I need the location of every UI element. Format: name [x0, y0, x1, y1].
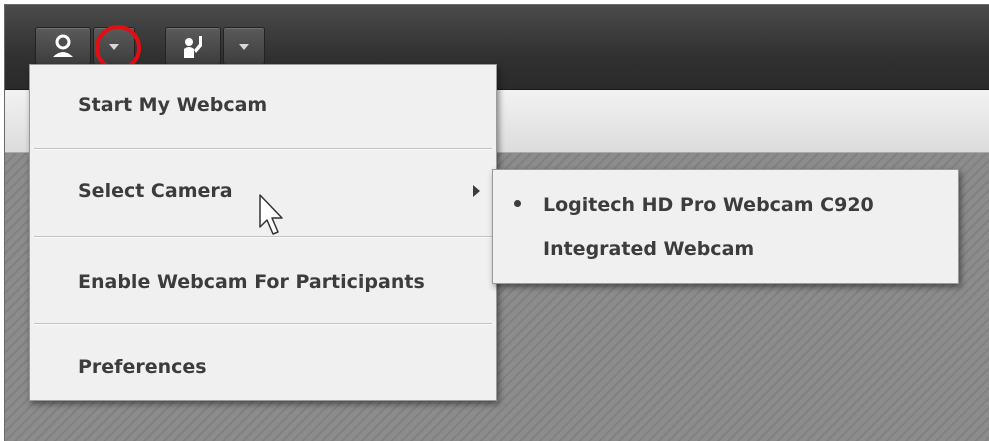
- menu-item-enable-webcam-for-participants[interactable]: Enable Webcam For Participants: [30, 242, 496, 322]
- menu-item-start-my-webcam[interactable]: Start My Webcam: [30, 65, 496, 145]
- mouse-pointer-icon: [259, 194, 283, 235]
- raise-hand-button[interactable]: [165, 27, 221, 65]
- camera-option-integrated[interactable]: Integrated Webcam: [493, 227, 958, 271]
- menu-item-label: Enable Webcam For Participants: [78, 271, 425, 293]
- selected-bullet-icon: [514, 200, 521, 207]
- chevron-down-icon: [109, 44, 119, 50]
- menu-divider: [34, 148, 492, 150]
- webcam-dropdown-button[interactable]: [93, 27, 135, 65]
- menu-item-label: Select Camera: [78, 180, 233, 202]
- select-camera-submenu: Logitech HD Pro Webcam C920 Integrated W…: [492, 169, 959, 284]
- raise-hand-icon: [184, 36, 202, 58]
- raise-hand-dropdown-button[interactable]: [223, 27, 265, 65]
- webcam-button[interactable]: [35, 27, 91, 65]
- camera-option-label: Integrated Webcam: [543, 238, 755, 260]
- submenu-arrow-icon: [473, 185, 480, 197]
- camera-option-label: Logitech HD Pro Webcam C920: [543, 194, 874, 216]
- menu-item-label: Preferences: [78, 356, 207, 378]
- menu-divider: [34, 323, 492, 325]
- menu-item-preferences[interactable]: Preferences: [30, 327, 496, 407]
- camera-option-logitech[interactable]: Logitech HD Pro Webcam C920: [493, 183, 958, 227]
- menu-item-label: Start My Webcam: [78, 94, 268, 116]
- webcam-user-icon: [53, 34, 73, 57]
- chevron-down-icon: [239, 44, 249, 50]
